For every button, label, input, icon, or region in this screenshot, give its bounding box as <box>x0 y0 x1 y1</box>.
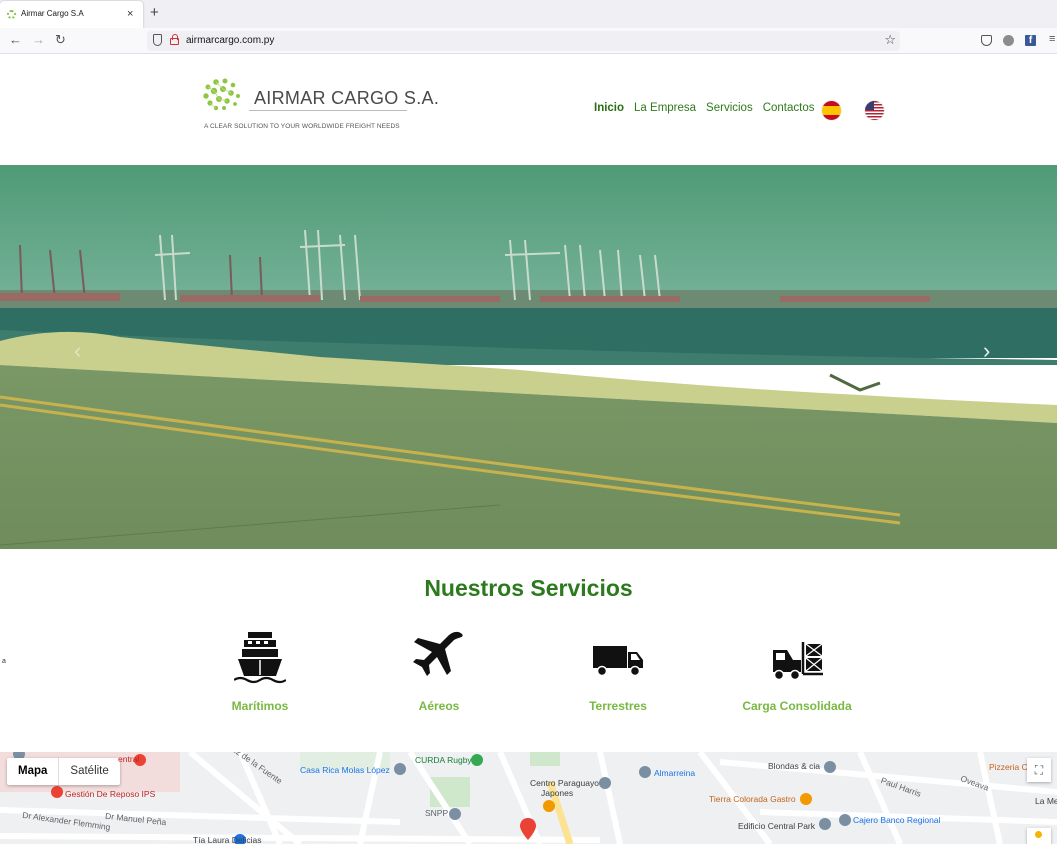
services-title: Nuestros Servicios <box>424 575 633 601</box>
extension-icon[interactable] <box>1003 35 1014 46</box>
main-nav: Inicio La Empresa Servicios Contactos <box>594 102 814 114</box>
browser-tab-bar: Airmar Cargo S.A × + <box>0 0 1057 28</box>
logo-divider <box>249 110 407 111</box>
close-tab-icon[interactable]: × <box>127 7 133 21</box>
menu-icon[interactable]: ≡ <box>1049 33 1055 45</box>
favicon-icon <box>7 10 16 19</box>
browser-nav-bar: ← → ↻ airmarcargo.com.py ☆ f ≡ <box>0 28 1057 54</box>
lock-icon[interactable] <box>170 34 179 45</box>
map-label[interactable]: CURDA Rugby <box>415 755 472 765</box>
address-bar[interactable]: airmarcargo.com.py ☆ <box>147 31 900 51</box>
back-button[interactable]: ← <box>9 32 22 48</box>
map-label[interactable]: SNPP <box>425 808 448 818</box>
facebook-container-icon[interactable]: f <box>1025 35 1036 46</box>
hero-image <box>0 165 1057 549</box>
service-label[interactable]: Carga Consolidada <box>717 699 877 713</box>
hero-slider: ‹ › <box>0 165 1057 549</box>
nav-la-empresa[interactable]: La Empresa <box>634 102 696 114</box>
service-label[interactable]: Aéreos <box>359 699 519 713</box>
map-type-control: Mapa Satélite <box>7 758 120 785</box>
slider-prev-arrow[interactable]: ‹ <box>74 339 81 363</box>
map-label[interactable]: La Mec <box>1035 796 1057 806</box>
logo-globe-icon <box>203 78 240 111</box>
nav-servicios[interactable]: Servicios <box>706 102 753 114</box>
us-flag-icon[interactable] <box>865 101 884 120</box>
map-label[interactable]: entral <box>118 754 139 764</box>
fullscreen-icon[interactable]: ⛶ <box>1027 758 1051 782</box>
map-label[interactable]: Edificio Central Park <box>738 821 815 831</box>
shield-icon[interactable] <box>153 34 162 46</box>
forklift-icon <box>773 642 823 681</box>
service-label[interactable]: Terrestres <box>538 699 698 713</box>
browser-tab[interactable]: Airmar Cargo S.A × <box>0 1 143 28</box>
service-terrestres[interactable]: Terrestres <box>538 630 698 713</box>
map-label[interactable]: Cajero Banco Regional <box>853 815 940 825</box>
map-label[interactable]: Japones <box>541 788 573 798</box>
service-label[interactable]: Marítimos <box>180 699 340 713</box>
ship-icon <box>234 632 286 684</box>
map-label[interactable]: Tierra Colorada Gastro <box>709 794 796 804</box>
map-type-satelite[interactable]: Satélite <box>59 758 119 785</box>
service-maritimos[interactable]: Marítimos <box>180 630 340 713</box>
nav-contactos[interactable]: Contactos <box>763 102 815 114</box>
map-label[interactable]: Tía Laura Delicias <box>193 835 262 844</box>
map-label[interactable]: Pizzeria C <box>989 762 1028 772</box>
stray-text: a <box>2 658 6 665</box>
airplane-icon <box>413 631 463 676</box>
slider-next-arrow[interactable]: › <box>983 339 990 363</box>
map-label[interactable]: Almarreina <box>654 768 695 778</box>
nav-inicio[interactable]: Inicio <box>594 102 624 114</box>
map-label[interactable]: Blondas & cia <box>768 761 820 771</box>
logo-tagline: A CLEAR SOLUTION TO YOUR WORLDWIDE FREIG… <box>204 123 400 130</box>
new-tab-button[interactable]: + <box>150 5 159 21</box>
map-label[interactable]: Gestión De Reposo IPS <box>65 789 155 799</box>
site-header: AIRMAR CARGO S.A. A CLEAR SOLUTION TO YO… <box>0 55 1057 165</box>
street-view-pegman-icon[interactable] <box>1027 828 1051 844</box>
pocket-icon[interactable] <box>981 35 992 46</box>
map-label[interactable]: Casa Rica Molas López <box>300 765 390 775</box>
google-map[interactable]: Mapa Satélite entral Gestión De Reposo I… <box>0 752 1057 844</box>
bookmark-star-icon[interactable]: ☆ <box>884 32 896 48</box>
map-label[interactable]: Centro Paraguayo <box>530 778 599 788</box>
reload-button[interactable]: ↻ <box>55 32 66 48</box>
es-flag-icon[interactable] <box>822 101 841 120</box>
logo-name[interactable]: AIRMAR CARGO S.A. <box>254 88 439 109</box>
service-carga-consolidada[interactable]: Carga Consolidada <box>717 630 877 713</box>
forward-button[interactable]: → <box>32 32 45 48</box>
tab-title: Airmar Cargo S.A <box>21 9 84 18</box>
truck-icon <box>593 646 643 677</box>
map-type-mapa[interactable]: Mapa <box>7 758 60 785</box>
service-aereos[interactable]: Aéreos <box>359 630 519 713</box>
url-text[interactable]: airmarcargo.com.py <box>186 35 274 46</box>
map-canvas[interactable] <box>0 752 1057 844</box>
